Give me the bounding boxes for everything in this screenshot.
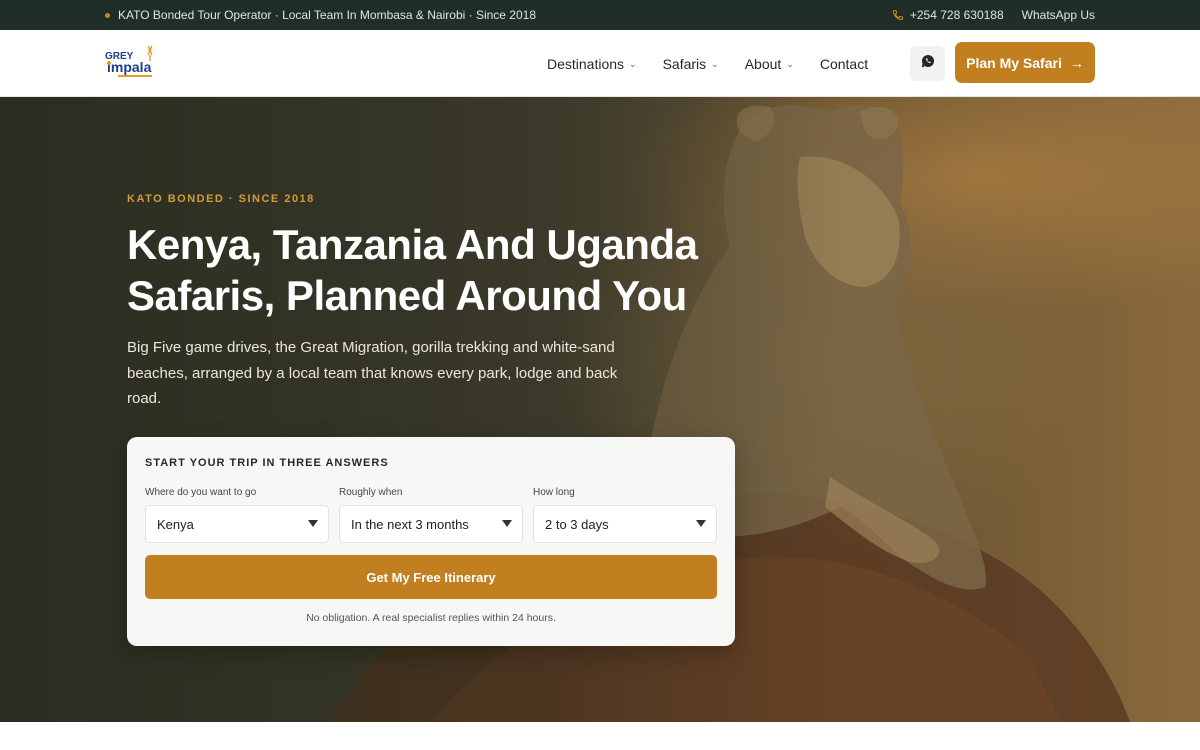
menu-label: Contact (819, 55, 869, 72)
phone-number: +254 728 630188 (909, 8, 1004, 22)
duration-label: How long (533, 487, 575, 498)
topbar-tagline-group: KATO Bonded Tour Operator · Local Team I… (105, 0, 536, 30)
menu-item-contact[interactable]: Contact (820, 56, 868, 72)
dropdown-arrow-icon (308, 520, 318, 527)
phone-icon (892, 9, 904, 21)
hero-eyebrow: KATO BONDED · SINCE 2018 (127, 193, 315, 205)
timing-label: Roughly when (339, 487, 403, 498)
chevron-down-icon: ⌄ (629, 59, 637, 69)
topbar-contact-group: +254 728 630188 WhatsApp Us (892, 0, 1095, 30)
cta-label: Plan My Safari (966, 54, 1062, 71)
bullet-dot (105, 12, 110, 18)
destination-label: Where do you want to go (145, 487, 257, 498)
menu-item-safaris[interactable]: Safaris ⌄ (663, 56, 719, 72)
grey-impala-logo[interactable]: GREY impala (104, 42, 164, 84)
menu-label: Safaris (662, 55, 707, 72)
timing-value: In the next 3 months (351, 516, 469, 532)
menu-item-about[interactable]: About ⌄ (745, 56, 794, 72)
svg-text:impala: impala (107, 59, 152, 75)
menu-item-destinations[interactable]: Destinations ⌄ (547, 56, 637, 72)
top-info-bar: KATO Bonded Tour Operator · Local Team I… (0, 0, 1200, 30)
trip-form-title: START YOUR TRIP IN THREE ANSWERS (145, 457, 389, 469)
destination-select[interactable]: Kenya (145, 505, 329, 543)
chevron-down-icon: ⌄ (711, 59, 719, 69)
trip-planner-card: START YOUR TRIP IN THREE ANSWERS Where d… (127, 437, 735, 646)
duration-select[interactable]: 2 to 3 days (533, 505, 717, 543)
hero-headline: Kenya, Tanzania And Uganda Safaris, Plan… (127, 221, 698, 319)
plan-my-safari-button[interactable]: Plan My Safari → (955, 42, 1095, 83)
whatsapp-button[interactable] (910, 46, 945, 81)
arrow-right-icon: → (1069, 54, 1084, 71)
whatsapp-link[interactable]: WhatsApp Us (1022, 8, 1095, 22)
topbar-tagline: KATO Bonded Tour Operator · Local Team I… (118, 8, 536, 22)
main-navigation: GREY impala Destinations ⌄ Safaris ⌄ Abo… (0, 30, 1200, 97)
hero-subtext: Big Five game drives, the Great Migratio… (127, 339, 618, 407)
form-note: No obligation. A real specialist replies… (306, 612, 556, 624)
phone-link[interactable]: +254 728 630188 (892, 8, 1004, 22)
dropdown-arrow-icon (502, 520, 512, 527)
primary-menu: Destinations ⌄ Safaris ⌄ About ⌄ Contact (547, 30, 894, 97)
whatsapp-icon (920, 53, 936, 74)
chevron-down-icon: ⌄ (786, 59, 794, 69)
menu-label: About (744, 55, 782, 72)
get-itinerary-button[interactable]: Get My Free Itinerary (145, 555, 717, 599)
menu-label: Destinations (547, 55, 625, 72)
destination-value: Kenya (157, 516, 194, 532)
below-hero-strip (0, 722, 1200, 750)
timing-select[interactable]: In the next 3 months (339, 505, 523, 543)
duration-value: 2 to 3 days (545, 516, 609, 532)
hero-section: KATO BONDED · SINCE 2018 Kenya, Tanzania… (0, 97, 1200, 722)
dropdown-arrow-icon (696, 520, 706, 527)
